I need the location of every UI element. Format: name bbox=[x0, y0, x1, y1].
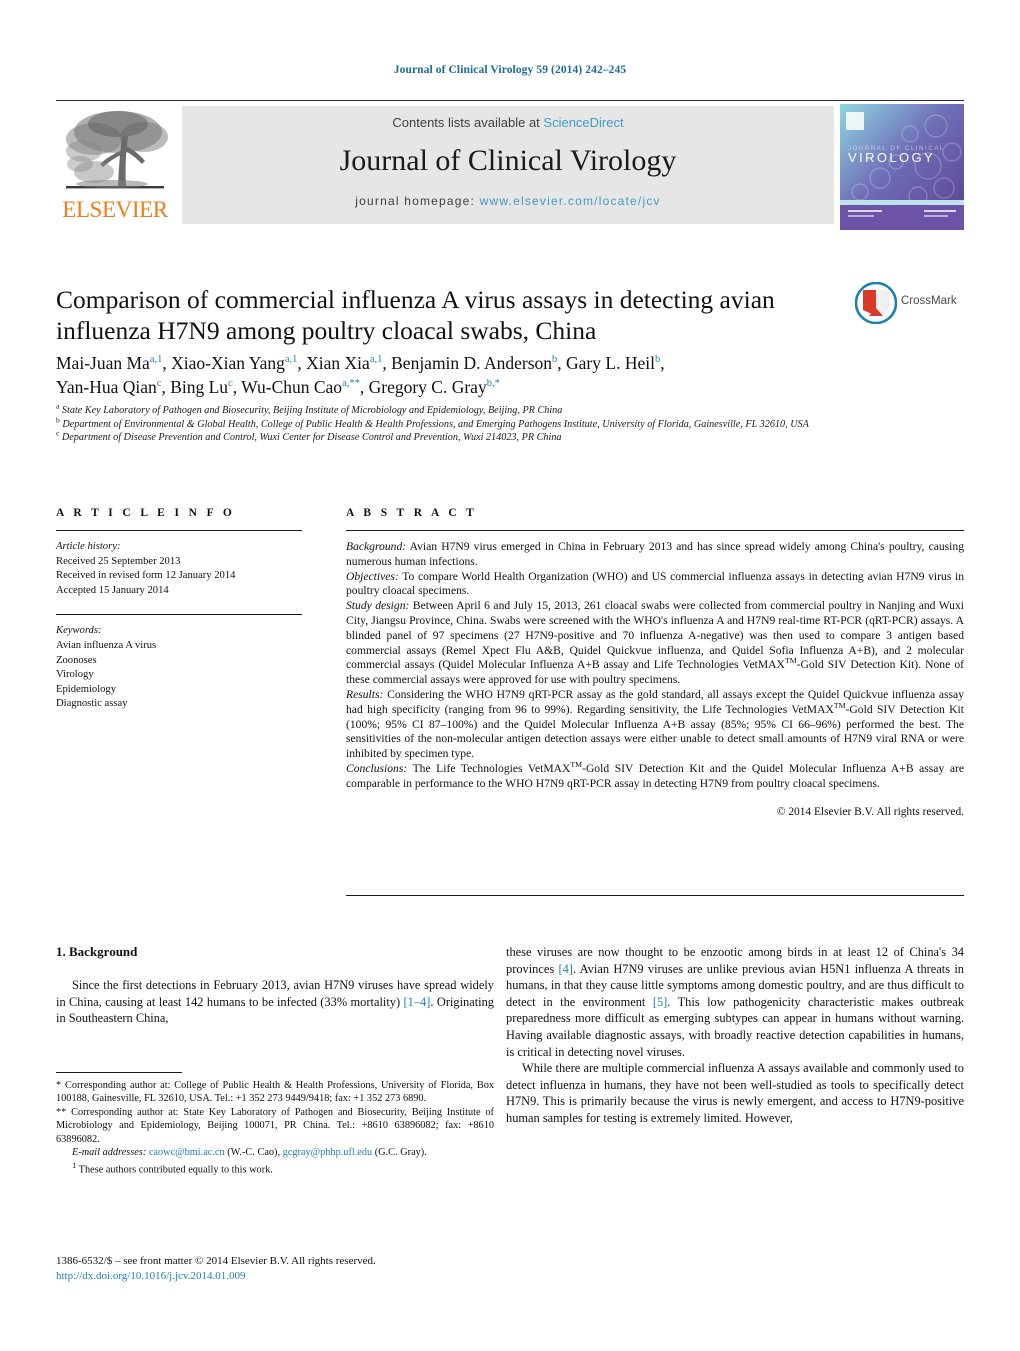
history-accepted: Accepted 15 January 2014 bbox=[56, 584, 169, 596]
keyword-5: Diagnostic assay bbox=[56, 698, 128, 710]
body-column-left: 1. Background Since the first detections… bbox=[56, 944, 494, 1027]
doi-link[interactable]: http://dx.doi.org/10.1016/j.jcv.2014.01.… bbox=[56, 1269, 494, 1284]
abstract-rule bbox=[346, 530, 964, 531]
article-info-heading: A R T I C L E I N F O bbox=[56, 507, 236, 519]
svg-text:VIROLOGY: VIROLOGY bbox=[848, 150, 935, 165]
background-paragraph-right-2: While there are multiple commercial infl… bbox=[506, 1061, 964, 1125]
front-matter-block: 1386-6532/$ – see front matter © 2014 El… bbox=[56, 1254, 494, 1284]
crossmark-icon bbox=[855, 282, 897, 324]
article-history-label: Article history: bbox=[56, 541, 121, 552]
footnote-corresponding-secondary: ** Corresponding author at: State Key La… bbox=[56, 1106, 494, 1145]
abstract-results-text: Considering the WHO H7N9 qRT-PCR assay a… bbox=[346, 687, 964, 761]
abstract-bottom-rule bbox=[346, 895, 964, 896]
author-line-1: Mai-Juan Maa,1, Xiao-Xian Yanga,1, Xian … bbox=[56, 353, 665, 373]
elsevier-logo: ELSEVIER bbox=[56, 106, 174, 224]
affiliation-b: b Department of Environmental & Global H… bbox=[56, 415, 809, 430]
author-line-2: Yan-Hua Qianc, Bing Luc, Wu-Chun Caoa,**… bbox=[56, 376, 500, 397]
section-heading-background: 1. Background bbox=[56, 944, 138, 959]
contents-prefix: Contents lists available at bbox=[392, 115, 544, 130]
journal-homepage-link[interactable]: www.elsevier.com/locate/jcv bbox=[480, 194, 661, 208]
issn-front-matter: 1386-6532/$ – see front matter © 2014 El… bbox=[56, 1255, 376, 1267]
homepage-prefix: journal homepage: bbox=[355, 194, 480, 208]
journal-cover-artwork: VIROLOGY JOURNAL OF CLINICAL bbox=[840, 104, 964, 230]
svg-text:JOURNAL OF CLINICAL: JOURNAL OF CLINICAL bbox=[848, 146, 945, 152]
abstract-background-text: Avian H7N9 virus emerged in China in Feb… bbox=[346, 540, 964, 568]
masthead-top-rule bbox=[56, 100, 964, 101]
affiliation-c: c Department of Disease Prevention and C… bbox=[56, 428, 562, 444]
masthead-center-panel: Contents lists available at ScienceDirec… bbox=[182, 106, 834, 224]
running-head: Journal of Clinical Virology 59 (2014) 2… bbox=[393, 64, 627, 76]
footnote-block: * Corresponding author at: College of Pu… bbox=[56, 1072, 494, 1177]
keyword-4: Epidemiology bbox=[56, 683, 117, 695]
article-info-column: A R T I C L E I N F O Article history: R… bbox=[56, 507, 306, 712]
elsevier-tree-icon bbox=[66, 111, 168, 189]
abstract-study-design-text: Between April 6 and July 15, 2013, 261 c… bbox=[346, 599, 964, 687]
background-paragraph-right-1: these viruses are now thought to be enzo… bbox=[506, 945, 965, 1059]
abstract-conclusions-text: The Life Technologies VetMAXTM-Gold SIV … bbox=[346, 760, 964, 790]
author-list: Mai-Juan Maa,1, Xiao-Xian Yanga,1, Xian … bbox=[56, 352, 886, 399]
keyword-1: Avian influenza A virus bbox=[56, 639, 157, 651]
abstract-body: Background: Avian H7N9 virus emerged in … bbox=[346, 540, 964, 819]
background-paragraph-left: Since the first detections in February 2… bbox=[56, 978, 494, 1026]
keywords-rule bbox=[56, 614, 302, 616]
abstract-objectives: Objectives: To compare World Health Orga… bbox=[346, 570, 964, 600]
article-title: Comparison of commercial influenza A vir… bbox=[56, 285, 775, 345]
abstract-study-design-label: Study design: bbox=[346, 599, 410, 613]
crossmark-badge[interactable]: CrossMark bbox=[855, 282, 967, 326]
abstract-study-design: Study design: Between April 6 and July 1… bbox=[346, 599, 964, 688]
footnote-corresponding-primary: * Corresponding author at: College of Pu… bbox=[56, 1080, 494, 1105]
abstract-background-label: Background: bbox=[346, 540, 407, 553]
journal-cover-thumbnail: VIROLOGY JOURNAL OF CLINICAL bbox=[840, 104, 964, 230]
title-block: Comparison of commercial influenza A vir… bbox=[56, 284, 846, 346]
abstract-results-label: Results: bbox=[346, 687, 384, 701]
body-column-right: these viruses are now thought to be enzo… bbox=[506, 944, 964, 1127]
footnote-equal-contribution: 1 These authors contributed equally to t… bbox=[72, 1160, 273, 1176]
abstract-results: Results: Considering the WHO H7N9 qRT-PC… bbox=[346, 688, 964, 762]
contents-available-line: Contents lists available at ScienceDirec… bbox=[182, 115, 834, 130]
sciencedirect-link[interactable]: ScienceDirect bbox=[543, 115, 623, 130]
history-revised: Received in revised form 12 January 2014 bbox=[56, 570, 236, 582]
abstract-heading: A B S T R A C T bbox=[346, 507, 478, 519]
abstract-copyright: © 2014 Elsevier B.V. All rights reserved… bbox=[776, 805, 964, 818]
abstract-objectives-label: Objectives: bbox=[346, 569, 399, 583]
abstract-conclusions: Conclusions: The Life Technologies VetMA… bbox=[346, 760, 964, 792]
abstract-objectives-text: To compare World Health Organization (WH… bbox=[346, 569, 964, 598]
abstract-background: Background: Avian H7N9 virus emerged in … bbox=[346, 540, 964, 570]
article-info-rule bbox=[56, 530, 302, 531]
affiliation-list: a State Key Laboratory of Pathogen and B… bbox=[56, 401, 936, 445]
elsevier-wordmark: ELSEVIER bbox=[62, 197, 168, 222]
journal-masthead: ELSEVIER Contents lists available at Sci… bbox=[56, 104, 964, 230]
crossmark-label: CrossMark bbox=[901, 295, 957, 307]
paper-page: Journal of Clinical Virology 59 (2014) 2… bbox=[0, 0, 1020, 1351]
footnote-rule bbox=[56, 1072, 182, 1073]
history-received: Received 25 September 2013 bbox=[56, 555, 181, 567]
keyword-3: Virology bbox=[56, 669, 94, 681]
keywords-label: Keywords: bbox=[56, 625, 102, 637]
affiliation-a: a State Key Laboratory of Pathogen and B… bbox=[56, 401, 563, 416]
keywords-list: Keywords: Avian influenza A virus Zoonos… bbox=[56, 624, 306, 712]
article-history: Article history: Received 25 September 2… bbox=[56, 540, 306, 598]
footnote-email-addresses: E-mail addresses: caowc@bmi.ac.cn (W.-C.… bbox=[72, 1147, 427, 1159]
journal-title: Journal of Clinical Virology bbox=[339, 144, 677, 177]
abstract-conclusions-label: Conclusions: bbox=[346, 761, 408, 775]
keyword-2: Zoonoses bbox=[56, 654, 97, 666]
abstract-column: A B S T R A C T Background: Avian H7N9 v… bbox=[346, 507, 964, 819]
journal-homepage-line: journal homepage: www.elsevier.com/locat… bbox=[182, 194, 834, 208]
